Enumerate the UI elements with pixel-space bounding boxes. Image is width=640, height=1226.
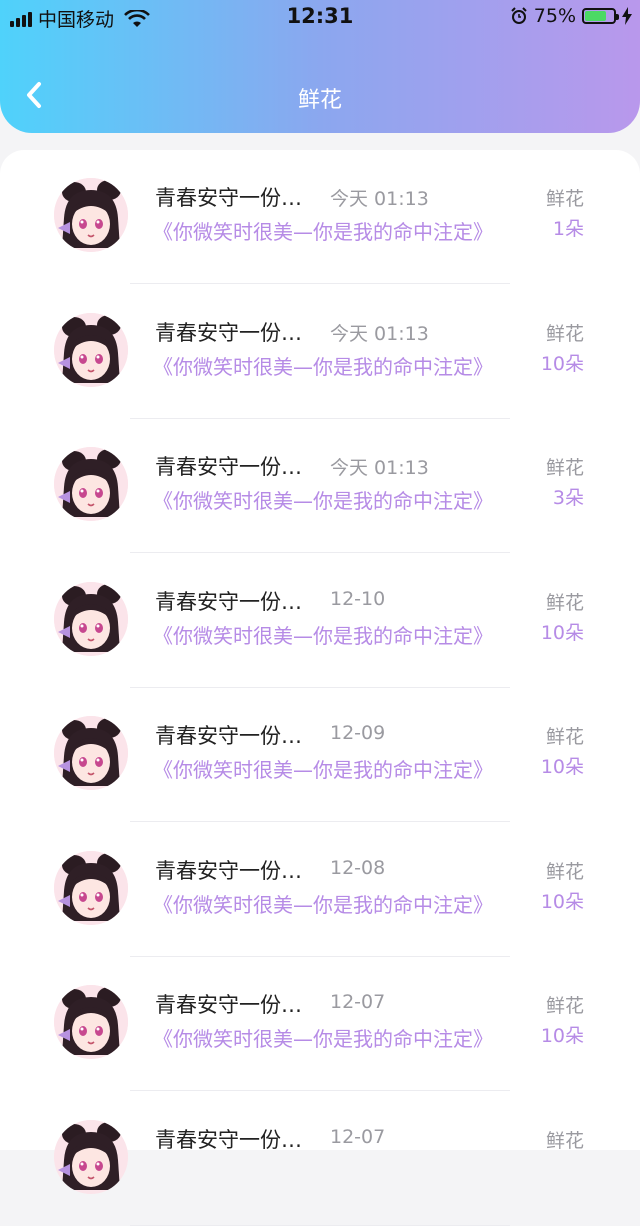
sender-name: 青春安守一份…: [155, 320, 302, 345]
alarm-icon: [511, 7, 527, 24]
avatar[interactable]: [54, 447, 128, 521]
flower-count: 10朵: [540, 621, 584, 644]
timestamp: 12-07: [330, 991, 386, 1013]
gift-type-label: 鲜花: [545, 188, 584, 210]
sender-name: 青春安守一份…: [155, 186, 302, 210]
song-title: 《你微笑时很美—你是我的命中注定》: [153, 220, 493, 244]
song-title: 《你微笑时很美—你是我的命中注定》: [153, 354, 493, 379]
battery-icon: [582, 8, 619, 24]
page-title: 鲜花: [297, 88, 342, 113]
divider: [130, 1224, 510, 1226]
song-title: 《你微笑时很美—你是我的命中注定》: [153, 892, 493, 917]
gift-type-label: 鲜花: [545, 860, 584, 883]
sender-name: 青春安守一份…: [155, 589, 302, 614]
flower-list: 青春安守一份… 今天 01:13 《你微笑时很美—你是我的命中注定》 鲜花 1朵…: [0, 150, 640, 1226]
timestamp: 12-08: [330, 856, 386, 879]
avatar[interactable]: [54, 312, 128, 387]
avatar[interactable]: [54, 1119, 128, 1194]
avatar[interactable]: [54, 581, 128, 656]
timestamp: 今天 01:13: [330, 457, 429, 479]
flower-count: 3朵: [552, 487, 584, 509]
list-item[interactable]: 青春安守一份… 12-07 《你微笑时很美—你是我的命中注定》 鲜花 10朵: [0, 957, 640, 1091]
list-item[interactable]: 青春安守一份… 12-07 鲜花: [0, 1092, 640, 1226]
gift-type-label: 鲜花: [545, 726, 584, 748]
status-bar: 中国移动 12:31 75%: [0, 0, 640, 34]
list-item[interactable]: 青春安守一份… 今天 01:13 《你微笑时很美—你是我的命中注定》 鲜花 10…: [0, 285, 640, 419]
timestamp: 今天 01:13: [330, 322, 429, 345]
list-item[interactable]: 青春安守一份… 今天 01:13 《你微笑时很美—你是我的命中注定》 鲜花 3朵: [0, 419, 640, 553]
header-bar: 中国移动 12:31 75% 鲜花: [0, 0, 640, 133]
gift-type-label: 鲜花: [545, 457, 584, 479]
list-item[interactable]: 青春安守一份… 12-10 《你微笑时很美—你是我的命中注定》 鲜花 10朵: [0, 554, 640, 688]
avatar[interactable]: [54, 985, 128, 1059]
sender-name: 青春安守一份…: [155, 858, 302, 883]
sender-name: 青春安守一份…: [155, 724, 302, 748]
gift-type-label: 鲜花: [545, 322, 584, 345]
list-item[interactable]: 青春安守一份… 今天 01:13 《你微笑时很美—你是我的命中注定》 鲜花 1朵: [0, 150, 640, 284]
charging-icon: [622, 7, 632, 25]
gift-type-label: 鲜花: [545, 591, 584, 614]
flower-count: 10朵: [540, 352, 584, 375]
song-title: 《你微笑时很美—你是我的命中注定》: [153, 758, 493, 782]
flower-count: 10朵: [540, 756, 584, 778]
timestamp: 今天 01:13: [330, 188, 429, 210]
list-item[interactable]: 青春安守一份… 12-08 《你微笑时很美—你是我的命中注定》 鲜花 10朵: [0, 823, 640, 957]
gift-type-label: 鲜花: [545, 995, 584, 1017]
avatar[interactable]: [54, 178, 128, 252]
gift-type-label: 鲜花: [545, 1129, 584, 1152]
avatar[interactable]: [54, 850, 128, 925]
battery-percent: 75%: [533, 5, 576, 27]
timestamp: 12-09: [330, 722, 386, 744]
list-item[interactable]: 青春安守一份… 12-09 《你微笑时很美—你是我的命中注定》 鲜花 10朵: [0, 688, 640, 822]
sender-name: 青春安守一份…: [155, 455, 302, 479]
flower-count: 10朵: [540, 1025, 584, 1047]
sender-name: 青春安守一份…: [155, 993, 302, 1017]
timestamp: 12-07: [330, 1125, 386, 1148]
avatar[interactable]: [54, 716, 128, 790]
flower-count: 1朵: [552, 218, 584, 240]
flower-count: 10朵: [540, 890, 584, 913]
song-title: 《你微笑时很美—你是我的命中注定》: [153, 489, 493, 513]
song-title: 《你微笑时很美—你是我的命中注定》: [153, 623, 493, 648]
song-title: 《你微笑时很美—你是我的命中注定》: [153, 1027, 493, 1051]
timestamp: 12-10: [330, 587, 386, 610]
sender-name: 青春安守一份…: [155, 1127, 302, 1152]
